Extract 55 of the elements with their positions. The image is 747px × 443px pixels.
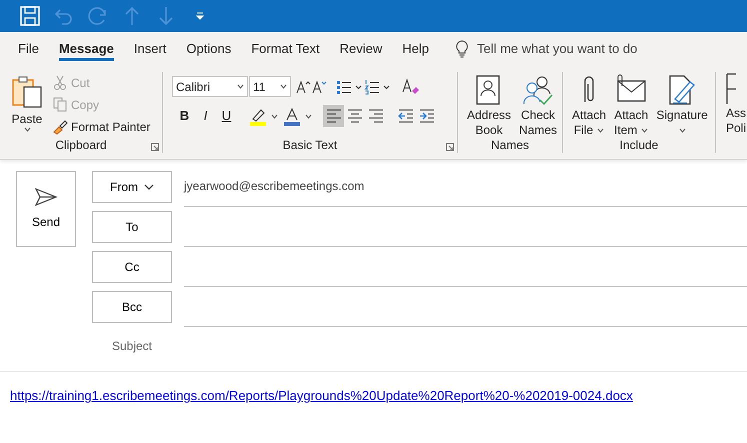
caret-icon [237, 84, 244, 89]
caret-icon [270, 114, 278, 118]
italic-button[interactable]: I [195, 105, 216, 127]
paste-button[interactable]: Paste [8, 72, 46, 138]
dialog-launcher-icon[interactable] [446, 143, 454, 151]
signature-button[interactable]: Signature [653, 74, 711, 138]
subject-label: Subject [110, 338, 154, 355]
attach-file-button[interactable]: Attach File [569, 74, 610, 138]
scissors-icon [53, 75, 68, 91]
group-label: Clipboard [55, 138, 107, 153]
send-button[interactable]: Send [16, 171, 76, 247]
sender-address: jyearwood@escribemeetings.com [184, 171, 747, 207]
ribbon-tab[interactable]: Format Text [241, 32, 330, 66]
ribbon-button-label[interactable]: Poli [726, 121, 746, 136]
font-name-field[interactable]: Calibri [172, 76, 248, 97]
recipient-button[interactable]: Bcc [92, 291, 172, 323]
paintbrush-icon [53, 119, 68, 135]
align-left-button[interactable] [323, 105, 344, 127]
grow-font-icon[interactable] [295, 78, 311, 94]
document-link[interactable]: https://training1.escribemeetings.com/Reports/Playgrounds%20Update%20Report%20-%202019-0024.docx [10, 388, 633, 403]
group-label: Include [620, 138, 658, 153]
clear-formatting-icon[interactable] [401, 78, 421, 96]
lightbulb-icon [454, 40, 469, 58]
ribbon-button-label[interactable]: Ass [726, 106, 746, 121]
recipient-button[interactable]: To [92, 211, 172, 243]
check-names-button[interactable]: Check Names [516, 74, 560, 138]
font-size-field[interactable]: 11 [249, 76, 291, 97]
search-field[interactable]: Tell me what you want to do [476, 39, 687, 59]
ribbon-tab[interactable]: Insert [124, 32, 176, 66]
ribbon-tab[interactable]: Options [176, 32, 242, 66]
send-icon [34, 187, 58, 207]
address-book-button[interactable]: Address Book [464, 74, 514, 138]
from-button[interactable]: From [92, 171, 172, 203]
numbering-icon[interactable] [364, 78, 392, 94]
ribbon-tab[interactable]: Message [48, 32, 124, 66]
group-label: Names [490, 138, 529, 153]
dialog-launcher-icon[interactable] [151, 143, 159, 151]
ribbon-tab[interactable]: Help [392, 32, 439, 66]
recipient-button[interactable]: Cc [92, 251, 172, 283]
clipboard-icon [11, 76, 43, 108]
caret-icon [280, 84, 287, 89]
people-check-icon [521, 74, 556, 108]
save-icon[interactable] [18, 4, 42, 28]
copy-icon [53, 97, 68, 113]
bullets-icon[interactable] [336, 78, 364, 94]
ribbon-tab[interactable]: Review [330, 32, 392, 66]
caret-icon [24, 127, 30, 132]
caret-icon [304, 114, 312, 118]
attach-item-button[interactable]: Attach Item [611, 74, 652, 138]
bold-button[interactable]: B [174, 105, 195, 127]
underline-button[interactable]: U [216, 105, 237, 127]
ribbon-tab[interactable]: File [8, 32, 49, 66]
painter-button[interactable]: Format Painter [50, 116, 154, 138]
shrink-font-icon[interactable] [311, 78, 327, 94]
group-label: Basic Text [282, 138, 338, 153]
